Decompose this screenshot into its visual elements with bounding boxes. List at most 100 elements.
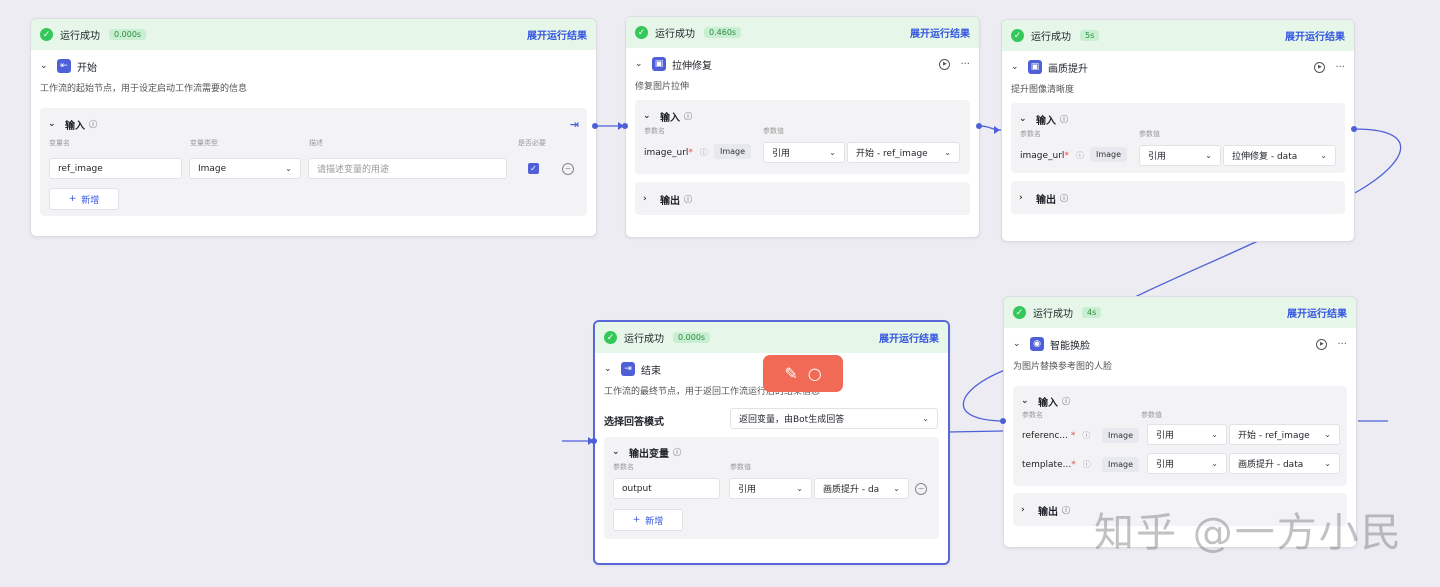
- mode-select[interactable]: 引用 ⌄: [729, 478, 812, 499]
- expand-results-link[interactable]: 展开运行结果: [1287, 305, 1347, 320]
- stretch-input-port[interactable]: [622, 123, 628, 129]
- var-desc-input[interactable]: 请描述变量的用途: [308, 158, 507, 179]
- node-actions: ▶ ···: [1314, 61, 1345, 73]
- output-vars-header[interactable]: ⌄ 输出变量 ⓘ: [604, 437, 939, 462]
- status-text: 运行成功: [655, 29, 695, 40]
- input-section-header[interactable]: ⌄ 输入 ⓘ ⇥: [40, 108, 587, 134]
- output-section-header[interactable]: › 输出 ⓘ: [635, 182, 970, 209]
- input-panel: ⌄ 输入 ⓘ 参数名 参数值 image_url* ⓘ Image 引用 ⌄ 拉…: [1011, 103, 1345, 173]
- node-actions: ▶ ···: [939, 58, 970, 70]
- status-bar: ✓ 运行成功 0.000s 展开运行结果: [31, 19, 596, 50]
- info-icon: ⓘ: [684, 194, 692, 204]
- workflow-canvas[interactable]: ✓ 运行成功 0.000s 展开运行结果 ⌄ ⇤ 开始 工作流的起始节点，用于设…: [0, 0, 1440, 587]
- import-icon[interactable]: ⇥: [570, 118, 579, 131]
- more-icon[interactable]: ···: [1335, 62, 1345, 73]
- collapse-chevron-icon[interactable]: ⌄: [604, 364, 612, 374]
- expand-results-link[interactable]: 展开运行结果: [527, 27, 587, 42]
- info-icon: ⓘ: [1060, 193, 1068, 203]
- run-icon[interactable]: ▶: [939, 58, 951, 70]
- arrowhead-quality: [994, 126, 1000, 134]
- plugin-icon: ▣: [652, 57, 666, 71]
- collapse-chevron-icon[interactable]: ⌄: [40, 61, 48, 71]
- faceswap-input-port[interactable]: [1000, 418, 1006, 424]
- node-header: ⌄ ◉ 智能换脸 ▶ ···: [1004, 328, 1356, 360]
- input-panel: ⌄ 输入 ⓘ 参数名 参数值 image_url* ⓘ Image 引用 ⌄ 开…: [635, 100, 970, 174]
- type-tag: Image: [1090, 147, 1128, 162]
- add-output-button[interactable]: + 新增: [613, 509, 683, 531]
- status-bar: ✓ 运行成功 4s 展开运行结果: [1004, 297, 1356, 328]
- output-panel[interactable]: › 输出 ⓘ: [1011, 181, 1345, 214]
- run-time-badge: 5s: [1080, 30, 1100, 41]
- search-icon[interactable]: ○: [808, 364, 822, 383]
- stretch-output-port[interactable]: [976, 123, 982, 129]
- col-var-name: 变量名: [49, 139, 70, 147]
- var-type-select[interactable]: Image ⌄: [189, 158, 301, 179]
- node-actions: ▶ ···: [1316, 338, 1347, 350]
- var-desc-placeholder: 请描述变量的用途: [317, 165, 390, 175]
- source-select[interactable]: 拉伸修复 - data ⌄: [1223, 145, 1336, 166]
- param-name-template: template...* ⓘ: [1022, 460, 1091, 470]
- input-label: 输入: [1038, 397, 1058, 409]
- output-label: 输出: [1038, 506, 1058, 518]
- expand-results-link[interactable]: 展开运行结果: [879, 330, 939, 345]
- output-param-input[interactable]: output: [613, 478, 720, 499]
- more-icon[interactable]: ···: [960, 59, 970, 70]
- node-stretch-fix[interactable]: ✓ 运行成功 0.460s 展开运行结果 ⌄ ▣ 拉伸修复 ▶ ··· 修复图片…: [625, 16, 980, 238]
- type-tag: Image: [1102, 457, 1140, 472]
- node-quality-boost[interactable]: ✓ 运行成功 5s 展开运行结果 ⌄ ▣ 画质提升 ▶ ··· 提升图像清晰度 …: [1001, 19, 1355, 242]
- node-title: 开始: [77, 62, 97, 74]
- start-output-port[interactable]: [592, 123, 598, 129]
- node-start[interactable]: ✓ 运行成功 0.000s 展开运行结果 ⌄ ⇤ 开始 工作流的起始节点，用于设…: [30, 18, 597, 237]
- quality-output-port[interactable]: [1351, 126, 1357, 132]
- expand-results-link[interactable]: 展开运行结果: [910, 25, 970, 40]
- source-select[interactable]: 开始 - ref_image ⌄: [847, 142, 960, 163]
- source-select[interactable]: 画质提升 - data ⌄: [1229, 453, 1340, 474]
- remove-var-icon[interactable]: −: [562, 163, 574, 175]
- source-select[interactable]: 画质提升 - da ⌄: [814, 478, 909, 499]
- input-section-header[interactable]: ⌄ 输入 ⓘ: [635, 100, 970, 126]
- mode-select[interactable]: 引用 ⌄: [1147, 453, 1227, 474]
- run-time-badge: 0.000s: [109, 29, 147, 40]
- chevron-down-icon: ⌄: [1324, 459, 1331, 468]
- run-icon[interactable]: ▶: [1314, 61, 1326, 73]
- var-name-input[interactable]: ref_image: [49, 158, 182, 179]
- add-label: 新增: [81, 195, 100, 206]
- remove-var-icon[interactable]: −: [915, 483, 927, 495]
- chevron-down-icon: ⌄: [922, 414, 929, 423]
- mode-value: 引用: [772, 149, 791, 159]
- output-section-header[interactable]: › 输出 ⓘ: [1011, 181, 1345, 208]
- param-name-reference: referenc... * ⓘ: [1022, 431, 1091, 441]
- input-section-header[interactable]: ⌄ 输入 ⓘ: [1011, 103, 1345, 129]
- chevron-down-icon: ⌄: [1211, 459, 1218, 468]
- required-checkbox[interactable]: ✓: [528, 163, 539, 174]
- magic-wand-icon[interactable]: ✎: [784, 364, 797, 383]
- expand-results-link[interactable]: 展开运行结果: [1285, 28, 1345, 43]
- source-select[interactable]: 开始 - ref_image ⌄: [1229, 424, 1340, 445]
- collapse-chevron-icon[interactable]: ⌄: [635, 59, 643, 69]
- status-bar: ✓ 运行成功 0.460s 展开运行结果: [626, 17, 979, 48]
- run-time-badge: 0.460s: [704, 27, 742, 38]
- answer-mode-select[interactable]: 返回变量，由Bot生成回答 ⌄: [730, 408, 938, 429]
- chevron-down-icon: ⌄: [1021, 396, 1029, 406]
- input-section-header[interactable]: ⌄ 输入 ⓘ: [1013, 386, 1347, 411]
- add-label: 新增: [645, 516, 664, 527]
- collapse-chevron-icon[interactable]: ⌄: [1011, 62, 1019, 72]
- add-var-button[interactable]: + 新增: [49, 188, 119, 210]
- col-param-name: 参数名: [1022, 411, 1043, 419]
- more-icon[interactable]: ···: [1337, 339, 1347, 350]
- input-label: 输入: [1036, 115, 1056, 127]
- mode-select[interactable]: 引用 ⌄: [1147, 424, 1227, 445]
- chevron-down-icon: ⌄: [944, 148, 951, 157]
- end-input-port[interactable]: [591, 438, 597, 444]
- chevron-down-icon: ⌄: [643, 111, 651, 121]
- col-param-name: 参数名: [1020, 130, 1041, 138]
- output-panel[interactable]: › 输出 ⓘ: [635, 182, 970, 215]
- collapse-chevron-icon[interactable]: ⌄: [1013, 339, 1021, 349]
- run-icon[interactable]: ▶: [1316, 338, 1328, 350]
- mode-select[interactable]: 引用 ⌄: [1139, 145, 1221, 166]
- node-header: ⌄ ▣ 画质提升 ▶ ···: [1002, 51, 1354, 83]
- status-bar: ✓ 运行成功 0.000s 展开运行结果: [595, 322, 948, 353]
- col-var-type: 变量类型: [190, 139, 218, 147]
- watermark-text: 知乎 @一方小民: [1094, 510, 1403, 556]
- mode-select[interactable]: 引用 ⌄: [763, 142, 845, 163]
